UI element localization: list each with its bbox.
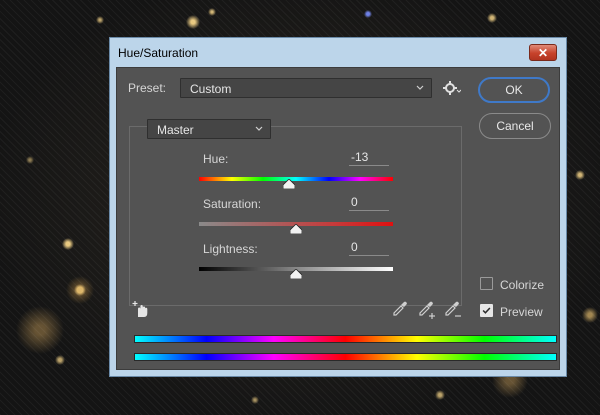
preset-label: Preset: <box>128 81 167 95</box>
input-spectrum-bar <box>134 335 557 343</box>
checkmark-icon <box>482 307 491 314</box>
preview-checkbox[interactable] <box>480 304 493 317</box>
gear-icon[interactable] <box>443 80 461 96</box>
output-spectrum-bar <box>134 353 557 361</box>
title-bar[interactable]: Hue/Saturation ✕ <box>110 38 566 68</box>
cancel-button[interactable]: Cancel <box>479 113 551 139</box>
channel-dropdown[interactable]: Master <box>147 119 271 139</box>
preset-dropdown[interactable]: Custom <box>180 78 432 98</box>
hue-label: Hue: <box>203 152 229 166</box>
preview-label: Preview <box>500 305 543 319</box>
window-title: Hue/Saturation <box>118 46 199 60</box>
hue-saturation-dialog: Hue/Saturation ✕ Preset: Custom OK Cance… <box>109 37 567 377</box>
channel-value: Master <box>157 123 194 137</box>
chevron-down-icon <box>255 126 263 131</box>
saturation-value-field[interactable]: 0 <box>349 195 389 211</box>
eyedropper-icon[interactable] <box>391 300 409 318</box>
hue-value-field[interactable]: -13 <box>349 150 389 166</box>
ok-button[interactable]: OK <box>478 77 550 103</box>
saturation-slider-thumb[interactable] <box>290 224 302 234</box>
eyedropper-plus-icon[interactable] <box>418 300 438 320</box>
lightness-label: Lightness: <box>203 242 258 256</box>
colorize-checkbox[interactable] <box>480 277 493 290</box>
hand-target-icon[interactable] <box>132 300 150 318</box>
hue-slider-track[interactable] <box>199 177 393 181</box>
lightness-value-field[interactable]: 0 <box>349 240 389 256</box>
close-icon: ✕ <box>537 45 549 60</box>
close-button[interactable]: ✕ <box>529 44 557 61</box>
lightness-slider-thumb[interactable] <box>290 269 302 279</box>
eyedropper-minus-icon[interactable] <box>444 300 464 320</box>
chevron-down-icon <box>416 85 424 90</box>
hue-slider-thumb[interactable] <box>282 179 295 189</box>
dialog-body: Preset: Custom OK Cancel Master Hue: -13… <box>116 67 560 370</box>
preset-value: Custom <box>190 82 232 96</box>
adjustment-group <box>129 126 462 306</box>
colorize-label: Colorize <box>500 278 545 292</box>
saturation-label: Saturation: <box>203 197 262 211</box>
